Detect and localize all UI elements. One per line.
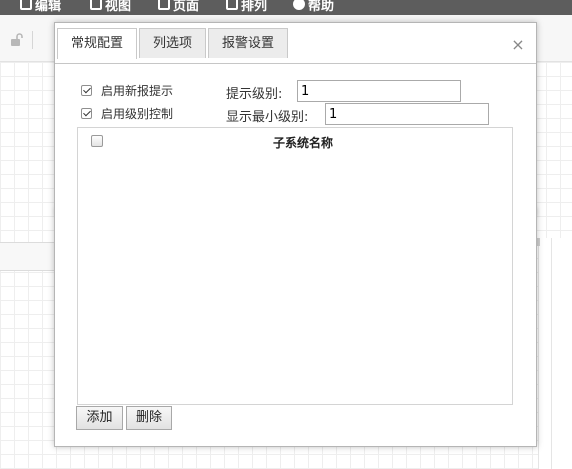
tab-column-options[interactable]: 列选项 xyxy=(139,28,206,58)
column-header-subsystem-name[interactable]: 子系统名称 xyxy=(78,134,528,151)
page-icon xyxy=(158,0,170,10)
level-control-label: 启用级别控制 xyxy=(101,106,174,121)
menu-view[interactable]: 视图 xyxy=(90,0,131,14)
menu-page-label: 页面 xyxy=(173,0,200,14)
new-alarm-prompt-label: 启用新报提示 xyxy=(101,83,174,98)
menu-help[interactable]: 帮助 xyxy=(293,0,334,14)
add-button[interactable]: 添加 xyxy=(76,406,123,430)
toolbar-divider xyxy=(32,31,33,49)
edit-icon xyxy=(20,0,32,10)
subsystem-table: 子系统名称 xyxy=(77,127,513,405)
left-panel-strip xyxy=(0,242,54,271)
menu-help-label: 帮助 xyxy=(308,0,335,14)
prompt-level-input[interactable] xyxy=(297,80,461,102)
app-menubar: 编辑 视图 页面 排列 帮助 xyxy=(0,0,572,15)
unlock-icon[interactable] xyxy=(10,33,24,47)
view-icon xyxy=(90,0,102,10)
menu-edit-label: 编辑 xyxy=(35,0,62,14)
arrange-icon xyxy=(226,0,238,10)
tab-general-config[interactable]: 常规配置 xyxy=(57,28,137,59)
menu-arrange[interactable]: 排列 xyxy=(226,0,267,14)
delete-button[interactable]: 删除 xyxy=(126,406,172,430)
resize-handle[interactable] xyxy=(537,238,540,246)
min-display-level-label: 显示最小级别: xyxy=(226,110,309,125)
menu-edit[interactable]: 编辑 xyxy=(20,0,61,14)
min-display-level-input[interactable] xyxy=(325,103,489,125)
help-icon xyxy=(293,0,305,10)
close-icon[interactable]: × xyxy=(510,37,526,53)
right-panel-divider xyxy=(551,238,552,469)
table-header: 子系统名称 xyxy=(78,128,512,154)
new-alarm-prompt-option[interactable]: 启用新报提示 xyxy=(81,80,173,100)
menu-page[interactable]: 页面 xyxy=(158,0,199,14)
config-dialog: 常规配置 列选项 报警设置 × 启用新报提示 启用级别控制 提示级别: 显示最小… xyxy=(54,22,537,447)
prompt-level-label: 提示级别: xyxy=(226,87,283,102)
level-control-checkbox[interactable] xyxy=(81,107,92,119)
new-alarm-prompt-checkbox[interactable] xyxy=(81,84,92,96)
menu-arrange-label: 排列 xyxy=(241,0,268,14)
level-control-option[interactable]: 启用级别控制 xyxy=(81,103,173,123)
tab-alarm-settings[interactable]: 报警设置 xyxy=(208,28,288,58)
menu-view-label: 视图 xyxy=(105,0,132,14)
dialog-tabbar: 常规配置 列选项 报警设置 × xyxy=(55,23,536,64)
right-panel xyxy=(537,238,572,469)
